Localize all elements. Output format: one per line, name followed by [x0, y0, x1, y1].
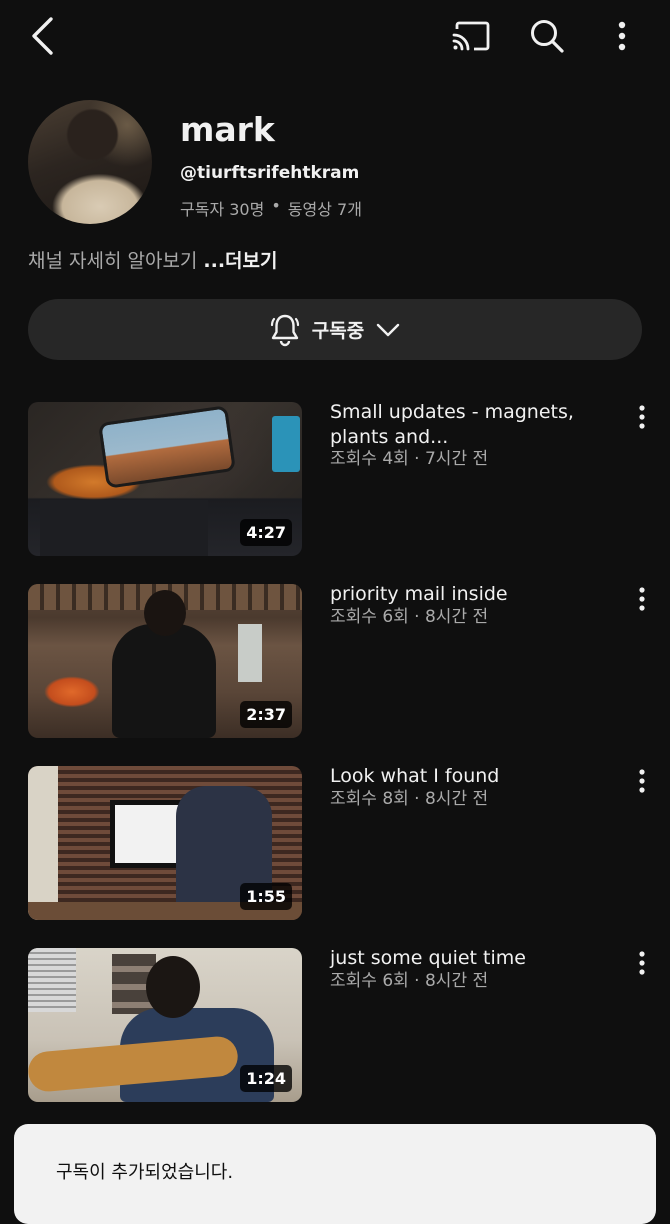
subscriber-count: 구독자 30명 — [180, 200, 265, 219]
more-vertical-icon — [639, 405, 645, 429]
video-duration: 1:55 — [240, 883, 292, 910]
thumbnail-shape — [146, 956, 200, 1018]
cast-button[interactable] — [448, 14, 494, 58]
more-vertical-icon — [639, 951, 645, 975]
thumbnail-shape — [144, 590, 186, 636]
video-duration: 4:27 — [240, 519, 292, 546]
video-list-item[interactable]: 1:55 Look what I found 조회수 8회 · 8시간 전 — [0, 765, 670, 922]
about-text: 채널 자세히 알아보기 — [28, 250, 198, 272]
more-options-button[interactable] — [600, 13, 644, 59]
about-more-link[interactable]: ...더보기 — [203, 250, 277, 272]
bell-icon — [270, 314, 299, 346]
video-more-button[interactable] — [628, 584, 656, 614]
stats-separator: • — [271, 196, 281, 215]
thumbnail-shape — [28, 948, 76, 1012]
subscribe-label: 구독중 — [311, 320, 365, 342]
video-more-button[interactable] — [628, 766, 656, 796]
back-button[interactable] — [20, 14, 64, 58]
channel-about-link[interactable]: 채널 자세히 알아보기 ...더보기 — [28, 246, 278, 273]
video-more-button[interactable] — [628, 948, 656, 978]
video-duration: 1:24 — [240, 1065, 292, 1092]
video-meta: 조회수 6회 · 8시간 전 — [330, 971, 489, 991]
video-list-item[interactable]: 1:24 just some quiet time 조회수 6회 · 8시간 전 — [0, 947, 670, 1104]
subscribed-button[interactable]: 구독중 — [28, 299, 642, 360]
video-meta: 조회수 8회 · 8시간 전 — [330, 789, 489, 809]
chevron-down-icon — [377, 323, 400, 336]
thumbnail-shape — [272, 416, 300, 472]
thumbnail-phone-shape — [98, 405, 236, 489]
video-thumbnail[interactable]: 4:27 — [28, 402, 302, 556]
video-meta: 조회수 4회 · 7시간 전 — [330, 449, 489, 469]
video-count: 동영상 7개 — [287, 200, 362, 219]
subscription-toast: 구독이 추가되었습니다. — [14, 1124, 656, 1224]
more-vertical-icon — [639, 769, 645, 793]
back-arrow-icon — [32, 17, 53, 55]
video-thumbnail[interactable]: 2:37 — [28, 584, 302, 738]
search-icon — [531, 20, 564, 53]
channel-name: mark — [180, 110, 275, 149]
more-vertical-icon — [618, 21, 626, 51]
video-thumbnail[interactable]: 1:55 — [28, 766, 302, 920]
channel-avatar[interactable] — [28, 100, 152, 224]
channel-stats: 구독자 30명 • 동영상 7개 — [180, 196, 362, 220]
video-title[interactable]: Small updates - magnets, plants and... — [330, 400, 600, 450]
cast-icon — [452, 21, 490, 51]
thumbnail-shape — [40, 500, 208, 556]
video-meta: 조회수 6회 · 8시간 전 — [330, 607, 489, 627]
top-bar — [0, 0, 670, 72]
thumbnail-shape — [112, 624, 216, 738]
channel-handle: @tiurftsrifehtkram — [180, 163, 360, 183]
thumbnail-shape — [110, 800, 186, 868]
thumbnail-shape — [238, 624, 262, 682]
toast-message: 구독이 추가되었습니다. — [56, 1162, 234, 1183]
video-duration: 2:37 — [240, 701, 292, 728]
more-vertical-icon — [639, 587, 645, 611]
search-button[interactable] — [524, 13, 570, 59]
thumbnail-shape — [28, 766, 58, 920]
video-more-button[interactable] — [628, 402, 656, 432]
video-list-item[interactable]: 2:37 priority mail inside 조회수 6회 · 8시간 전 — [0, 583, 670, 740]
video-thumbnail[interactable]: 1:24 — [28, 948, 302, 1102]
video-list-item[interactable]: 4:27 Small updates - magnets, plants and… — [0, 400, 670, 558]
